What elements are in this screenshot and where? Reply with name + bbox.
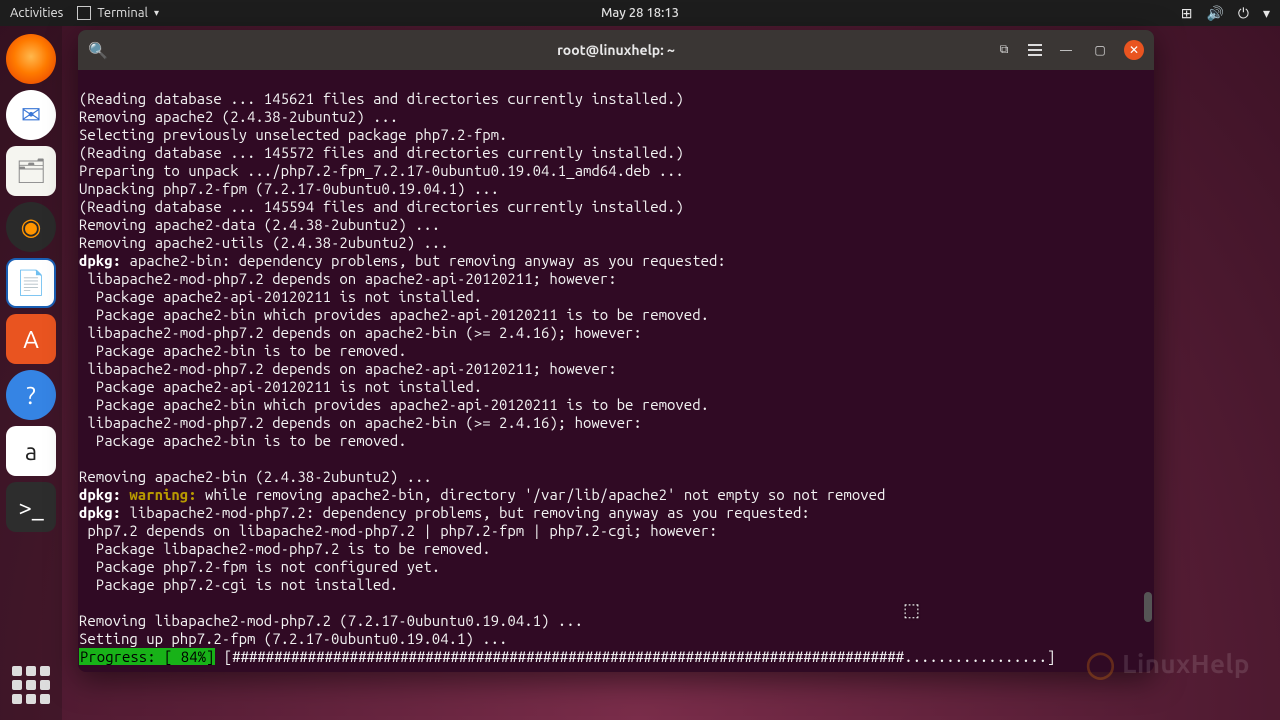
files-launcher[interactable]: 🗂 bbox=[6, 146, 56, 196]
libreoffice-writer-launcher[interactable]: 📄 bbox=[6, 258, 56, 308]
terminal-window: 🔍 root@linuxhelp: ~ ⧉ — ▢ ✕ (Reading dat… bbox=[78, 30, 1154, 672]
output-line: Setting up php7.2-fpm (7.2.17-0ubuntu0.1… bbox=[79, 630, 507, 647]
ubuntu-software-launcher[interactable]: A bbox=[6, 314, 56, 364]
output-line: Package apache2-bin which provides apach… bbox=[79, 306, 709, 323]
output-line: Selecting previously unselected package … bbox=[79, 126, 507, 143]
terminal-scrollbar[interactable] bbox=[1142, 70, 1152, 672]
output-line: Package apache2-bin is to be removed. bbox=[79, 342, 407, 359]
output-line: dpkg: warning: while removing apache2-bi… bbox=[79, 486, 885, 503]
output-line: dpkg: libapache2-mod-php7.2: dependency … bbox=[79, 504, 810, 521]
activities-button[interactable]: Activities bbox=[10, 6, 63, 20]
close-button[interactable]: ✕ bbox=[1124, 40, 1144, 60]
output-line: dpkg: apache2-bin: dependency problems, … bbox=[79, 252, 726, 269]
progress-bar: [#######################################… bbox=[215, 648, 1063, 665]
output-line: php7.2 depends on libapache2-mod-php7.2 … bbox=[79, 522, 717, 539]
minimize-button[interactable]: — bbox=[1056, 40, 1076, 60]
output-line: (Reading database ... 145621 files and d… bbox=[79, 90, 684, 107]
amazon-launcher[interactable]: a bbox=[6, 426, 56, 476]
clock[interactable]: May 28 18:13 bbox=[601, 6, 679, 20]
output-line: Removing apache2-data (2.4.38-2ubuntu2) … bbox=[79, 216, 440, 233]
output-line: Removing apache2-bin (2.4.38-2ubuntu2) .… bbox=[79, 468, 432, 485]
terminal-output[interactable]: (Reading database ... 145621 files and d… bbox=[78, 70, 1154, 672]
cursor-icon: ⬚ bbox=[903, 600, 920, 621]
help-launcher[interactable]: ? bbox=[6, 370, 56, 420]
terminal-launcher[interactable]: >_ bbox=[6, 482, 56, 532]
volume-icon[interactable]: 🔊 bbox=[1206, 5, 1223, 22]
output-line: Package apache2-bin is to be removed. bbox=[79, 432, 407, 449]
progress-line: Progress: [ 84%] [######################… bbox=[79, 648, 1153, 666]
output-line: Package apache2-api-20120211 is not inst… bbox=[79, 378, 482, 395]
output-line: Removing libapache2-mod-php7.2 (7.2.17-0… bbox=[79, 612, 583, 629]
output-line: Package apache2-api-20120211 is not inst… bbox=[79, 288, 482, 305]
thunderbird-launcher[interactable]: ✉ bbox=[6, 90, 56, 140]
output-line: Package libapache2-mod-php7.2 is to be r… bbox=[79, 540, 491, 557]
output-line: (Reading database ... 145594 files and d… bbox=[79, 198, 684, 215]
hamburger-menu-icon[interactable] bbox=[1028, 44, 1042, 56]
power-icon[interactable]: ⏻ bbox=[1238, 5, 1249, 22]
output-line: Unpacking php7.2-fpm (7.2.17-0ubuntu0.19… bbox=[79, 180, 499, 197]
output-line: Package apache2-bin which provides apach… bbox=[79, 396, 709, 413]
app-menu[interactable]: Terminal ▾ bbox=[77, 6, 159, 20]
dock: ✉ 🗂 ◉ 📄 A ? a >_ bbox=[0, 26, 62, 720]
output-line: Removing apache2-utils (2.4.38-2ubuntu2)… bbox=[79, 234, 449, 251]
search-icon[interactable]: 🔍 bbox=[88, 41, 108, 60]
app-menu-label: Terminal bbox=[97, 6, 148, 20]
output-line: libapache2-mod-php7.2 depends on apache2… bbox=[79, 414, 642, 431]
output-line: (Reading database ... 145572 files and d… bbox=[79, 144, 684, 161]
progress-label: Progress: [ 84%] bbox=[79, 648, 215, 665]
scrollbar-thumb[interactable] bbox=[1144, 592, 1152, 622]
maximize-button[interactable]: ▢ bbox=[1090, 40, 1110, 60]
chevron-down-icon: ▾ bbox=[154, 7, 159, 19]
output-line: Preparing to unpack .../php7.2-fpm_7.2.1… bbox=[79, 162, 684, 179]
new-tab-icon[interactable]: ⧉ bbox=[994, 40, 1014, 60]
firefox-launcher[interactable] bbox=[6, 34, 56, 84]
window-titlebar[interactable]: 🔍 root@linuxhelp: ~ ⧉ — ▢ ✕ bbox=[78, 30, 1154, 70]
show-applications-button[interactable] bbox=[6, 660, 56, 710]
output-line: Removing apache2 (2.4.38-2ubuntu2) ... bbox=[79, 108, 398, 125]
output-line: libapache2-mod-php7.2 depends on apache2… bbox=[79, 360, 617, 377]
terminal-window-icon bbox=[77, 6, 91, 20]
window-title: root@linuxhelp: ~ bbox=[557, 42, 675, 58]
output-line: Package php7.2-cgi is not installed. bbox=[79, 576, 398, 593]
output-line: libapache2-mod-php7.2 depends on apache2… bbox=[79, 324, 642, 341]
top-panel: Activities Terminal ▾ May 28 18:13 ⊞ 🔊 ⏻… bbox=[0, 0, 1280, 26]
output-line: Package php7.2-fpm is not configured yet… bbox=[79, 558, 440, 575]
network-icon[interactable]: ⊞ bbox=[1181, 5, 1193, 22]
rhythmbox-launcher[interactable]: ◉ bbox=[6, 202, 56, 252]
output-line: libapache2-mod-php7.2 depends on apache2… bbox=[79, 270, 617, 287]
chevron-down-icon[interactable]: ▾ bbox=[1263, 5, 1270, 22]
